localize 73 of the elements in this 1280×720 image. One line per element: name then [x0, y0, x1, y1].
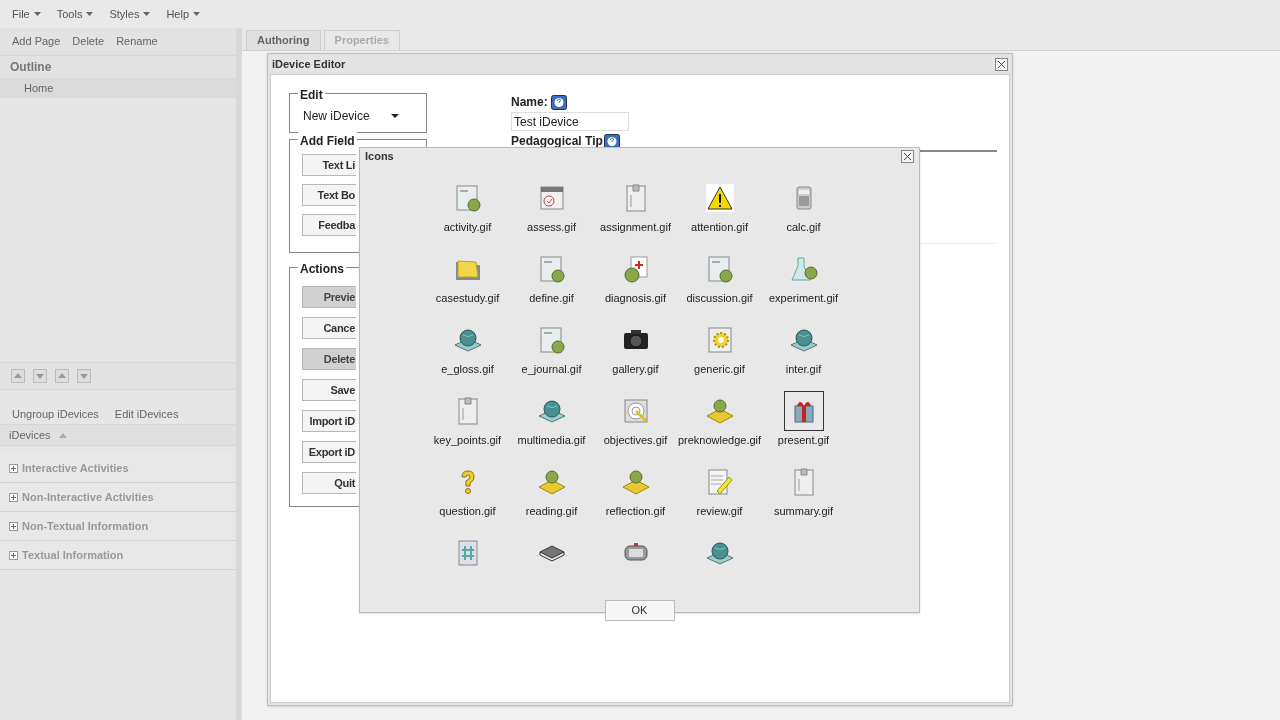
add-field-button[interactable]: Text Bo	[302, 184, 356, 206]
icon-option[interactable]: casestudy.gif	[425, 248, 510, 316]
menu-item[interactable]: Styles	[109, 5, 151, 23]
icon-option[interactable]: review.gif	[677, 461, 762, 529]
icon-option[interactable]: key_points.gif	[425, 390, 510, 458]
icon-option[interactable]: question.gif	[425, 461, 510, 529]
icon-option[interactable]: multimedia.gif	[509, 390, 594, 458]
toolbar-button[interactable]: Delete	[72, 33, 105, 50]
dropdown-arrow-icon	[391, 114, 399, 118]
field-label: Pedagogical Tip	[511, 133, 603, 150]
move-up-to-top-button[interactable]	[11, 369, 25, 383]
action-button[interactable]: Import iD	[302, 410, 356, 432]
icon-option[interactable]: discussion.gif	[677, 248, 762, 316]
action-button[interactable]: Quit	[302, 472, 356, 494]
icon-option[interactable]: inter.gif	[761, 319, 846, 387]
warning-icon	[704, 182, 735, 213]
icon-option[interactable]: summary.gif	[761, 461, 846, 529]
tab[interactable]: Authoring	[246, 30, 321, 50]
icon-option[interactable]: assignment.gif	[593, 177, 678, 245]
down-arrow-icon	[80, 372, 88, 380]
help-icon	[603, 133, 620, 149]
icon-option[interactable]: attention.gif	[677, 177, 762, 245]
icon-option[interactable]: reading.gif	[509, 461, 594, 529]
close-button[interactable]	[901, 149, 914, 163]
dialog-title: Icons	[365, 149, 394, 164]
name-field[interactable]: Test iDevice	[511, 112, 629, 131]
up-arrow-icon	[14, 372, 22, 380]
icon-option[interactable]: gallery.gif	[593, 319, 678, 387]
caret-icon	[193, 12, 200, 16]
toolbar-button[interactable]: Rename	[116, 33, 158, 50]
caret-icon	[86, 12, 94, 16]
close-icon	[998, 60, 1005, 68]
icon-option[interactable]: experiment.gif	[761, 248, 846, 316]
action-button[interactable]: Save	[302, 379, 356, 401]
icon-option[interactable]: calc.gif	[761, 177, 846, 245]
icon-option[interactable]: objectives.gif	[593, 390, 678, 458]
icon-option[interactable]: diagnosis.gif	[593, 248, 678, 316]
icon-option[interactable]: activity.gif	[425, 177, 510, 245]
close-icon	[904, 152, 911, 160]
sort-arrow-icon	[58, 432, 67, 438]
toolbar-button[interactable]: Edit iDevices	[114, 405, 179, 423]
icon-option[interactable]: assess.gif	[509, 177, 594, 245]
up-arrow-icon	[58, 372, 66, 380]
help-icon	[550, 94, 567, 110]
action-button[interactable]: Cance	[302, 317, 356, 339]
move-up-button[interactable]	[55, 369, 69, 383]
add-field-button[interactable]: Text Li	[302, 154, 356, 176]
close-button[interactable]	[995, 57, 1008, 71]
menu-item[interactable]: File	[12, 5, 41, 23]
icon-option[interactable]: reflection.gif	[593, 461, 678, 529]
toolbar-button[interactable]: Ungroup iDevices	[12, 405, 99, 423]
panel-header: Outline	[0, 56, 236, 78]
action-button[interactable]: Export iD	[302, 441, 356, 463]
field-label: Name:	[511, 94, 548, 111]
move-down-button[interactable]	[77, 369, 91, 383]
menu-item[interactable]: Tools	[56, 5, 94, 23]
move-down-to-bottom-button[interactable]	[33, 369, 47, 383]
icon-option[interactable]: define.gif	[509, 248, 594, 316]
icon-option[interactable]: present.gif	[761, 390, 846, 458]
window-title: iDevice Editor	[272, 56, 346, 72]
ok-button[interactable]: OK	[604, 599, 675, 621]
toolbar-button[interactable]: Add Page	[12, 33, 61, 50]
icon-option[interactable]: e_journal.gif	[509, 319, 594, 387]
caret-icon	[143, 12, 151, 16]
menu-item[interactable]: Help	[166, 5, 200, 23]
down-arrow-icon	[36, 372, 44, 380]
icon-option[interactable]: preknowledge.gif	[677, 390, 762, 458]
outline-item[interactable]: Home	[0, 78, 236, 98]
add-field-button[interactable]: Feedba	[302, 214, 356, 236]
icon-option[interactable]: generic.gif	[677, 319, 762, 387]
caret-icon	[33, 12, 41, 16]
panel-header: iDevices	[9, 427, 51, 443]
icon-option[interactable]: e_gloss.gif	[425, 319, 510, 387]
